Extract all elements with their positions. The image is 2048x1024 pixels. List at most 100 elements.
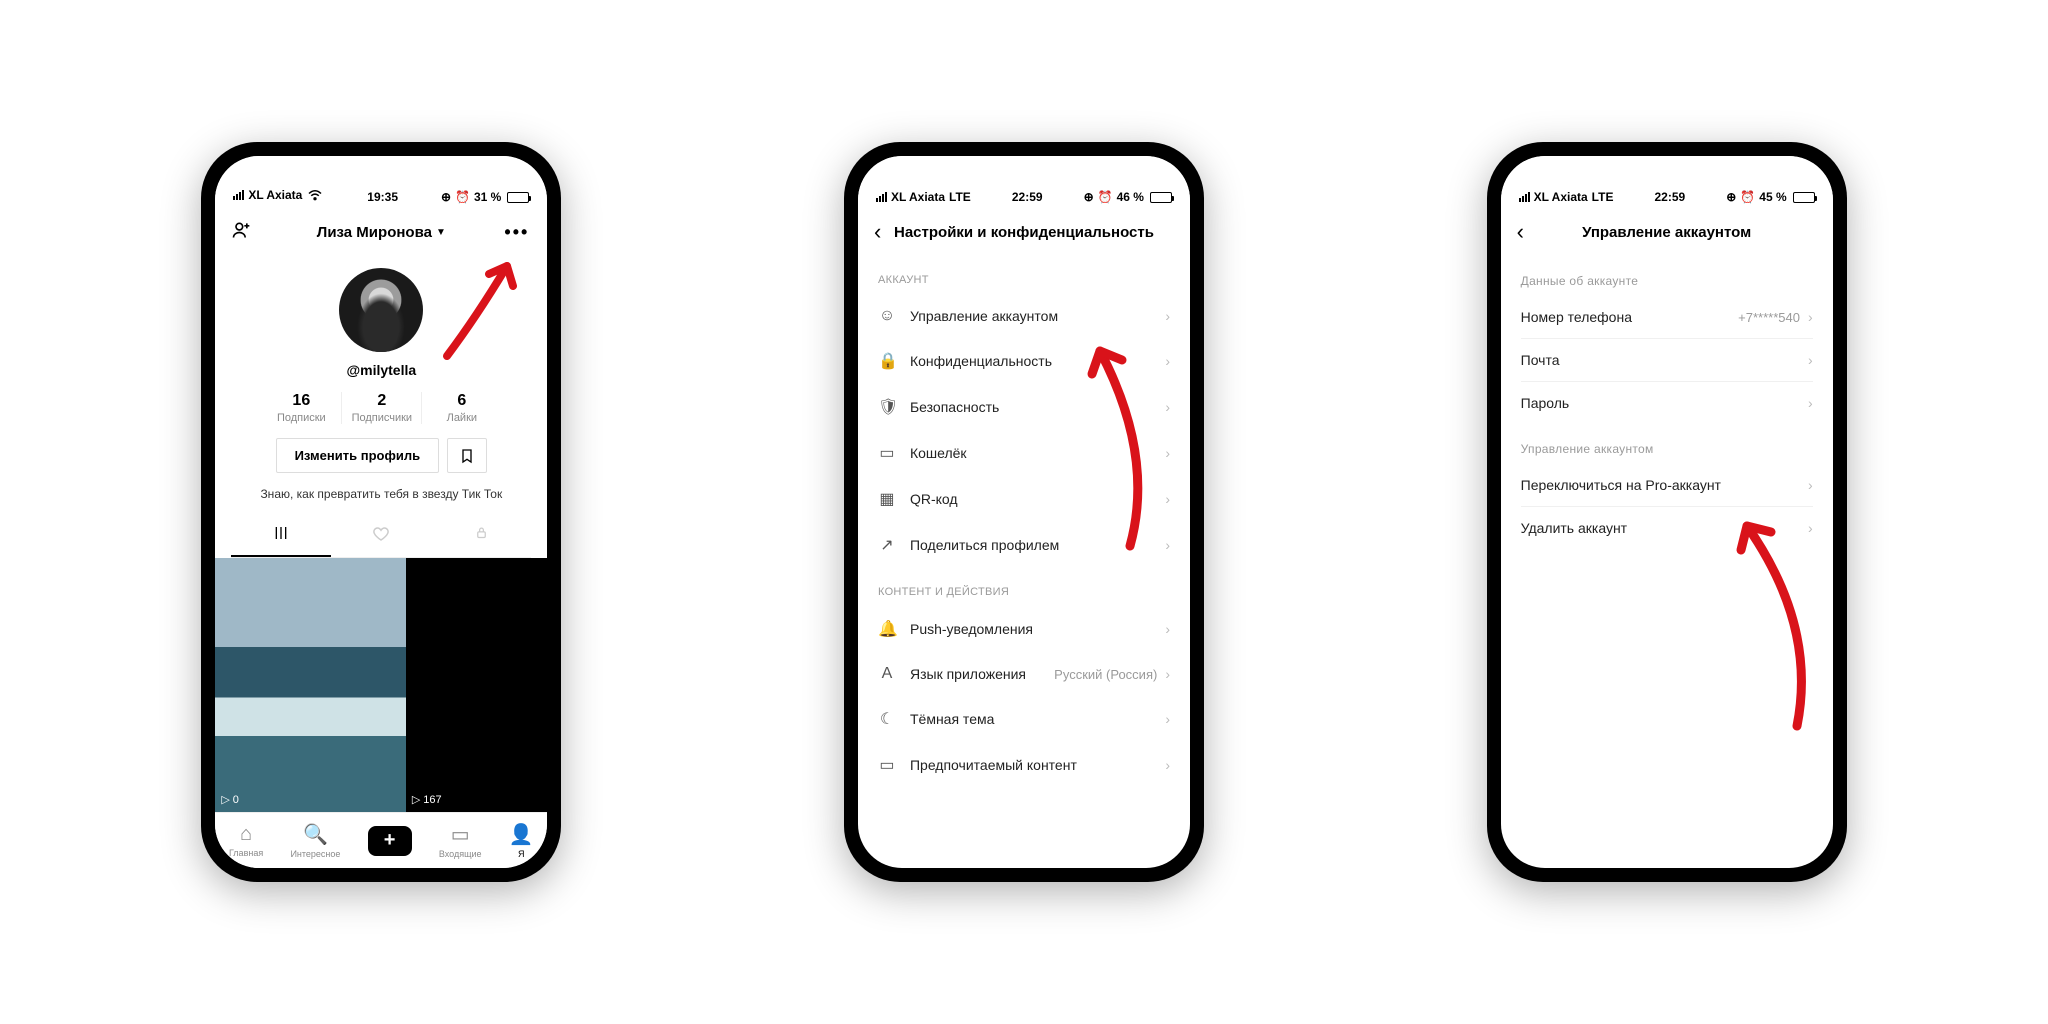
back-button[interactable]: ‹	[874, 219, 881, 245]
video-grid: ▷0 ▷167	[215, 558, 547, 812]
chevron-right-icon: ›	[1808, 477, 1813, 493]
chevron-right-icon: ›	[1808, 309, 1813, 325]
chevron-right-icon: ›	[1165, 621, 1170, 637]
video-thumb[interactable]: ▷167	[406, 558, 548, 812]
tab-private[interactable]	[431, 515, 531, 557]
chevron-right-icon: ›	[1165, 491, 1170, 507]
carrier-label: XL Axiata	[891, 190, 945, 204]
battery-icon	[1150, 192, 1172, 203]
lock-icon: 🔒	[878, 351, 896, 371]
nav-me[interactable]: 👤Я	[509, 822, 534, 859]
play-icon: ▷	[412, 793, 420, 806]
bio-text: Знаю, как превратить тебя в звезду Тик Т…	[260, 487, 502, 501]
row-security[interactable]: 🛡Безопасность›	[858, 384, 1190, 430]
clock: 19:35	[367, 190, 398, 204]
language-icon: A	[878, 665, 896, 683]
section-content-label: КОНТЕНТ И ДЕЙСТВИЯ	[858, 568, 1190, 606]
signal-icon	[876, 192, 887, 202]
wifi-icon	[306, 186, 324, 204]
stat-likes[interactable]: 6Лайки	[421, 392, 501, 424]
row-phone-number[interactable]: Номер телефона+7*****540›	[1501, 296, 1833, 338]
tab-posts[interactable]	[231, 515, 331, 557]
battery-icon	[507, 192, 529, 203]
chevron-right-icon: ›	[1165, 757, 1170, 773]
video-thumb[interactable]: ▷0	[215, 558, 406, 812]
row-wallet[interactable]: ▭Кошелёк›	[858, 430, 1190, 476]
alarm-icon: ⊕	[1726, 190, 1736, 204]
battery-pct: 46 %	[1117, 190, 1144, 204]
stat-followers[interactable]: 2Подписчики	[341, 392, 421, 424]
chevron-right-icon: ›	[1165, 399, 1170, 415]
chevron-down-icon[interactable]: ▼	[436, 227, 446, 238]
alarm-icon: ⊕	[441, 190, 451, 204]
profile-header: Лиза Миронова ▼ •••	[215, 208, 547, 256]
settings-header: ‹ Настройки и конфиденциальность	[858, 208, 1190, 256]
wallet-icon: ▭	[878, 443, 896, 463]
section-account-data-label: Данные об аккаунте	[1501, 256, 1833, 296]
person-icon: 👤	[509, 822, 534, 847]
carrier-label: XL Axiata	[1534, 190, 1588, 204]
status-bar: XL Axiata 19:35 ⊕ ⏰ 31 %	[215, 156, 547, 208]
signal-icon	[233, 190, 244, 200]
alarm2-icon: ⏰	[1740, 190, 1755, 204]
battery-pct: 45 %	[1759, 190, 1786, 204]
clock: 22:59	[1012, 190, 1043, 204]
row-dark-theme[interactable]: ☾Тёмная тема›	[858, 696, 1190, 742]
shield-icon: 🛡	[878, 397, 896, 417]
share-icon: ↗	[878, 535, 896, 555]
search-icon: 🔍	[303, 822, 328, 847]
phone-manage-account: XL Axiata LTE 22:59 ⊕ ⏰ 45 % ‹ Управлени…	[1487, 142, 1847, 882]
row-push[interactable]: 🔔Push-уведомления›	[858, 606, 1190, 652]
row-delete-account[interactable]: Удалить аккаунт›	[1501, 507, 1833, 549]
row-share-profile[interactable]: ↗Поделиться профилем›	[858, 522, 1190, 568]
chevron-right-icon: ›	[1165, 666, 1170, 682]
avatar[interactable]	[339, 268, 423, 352]
page-title: Управление аккаунтом	[1582, 224, 1751, 241]
carrier-label: XL Axiata	[248, 188, 302, 202]
row-password[interactable]: Пароль›	[1501, 382, 1833, 424]
more-menu-button[interactable]: •••	[504, 222, 529, 243]
network-label: LTE	[1592, 190, 1614, 204]
battery-icon	[1793, 192, 1815, 203]
chevron-right-icon: ›	[1165, 353, 1170, 369]
alarm-icon: ⊕	[1084, 190, 1094, 204]
chevron-right-icon: ›	[1808, 395, 1813, 411]
nav-inbox[interactable]: ▭Входящие	[439, 822, 482, 859]
bell-icon: 🔔	[878, 619, 896, 639]
row-content-pref[interactable]: ▭Предпочитаемый контент›	[858, 742, 1190, 788]
video-icon: ▭	[878, 755, 896, 775]
row-language[interactable]: AЯзык приложенияРусский (Россия)›	[858, 652, 1190, 696]
alarm2-icon: ⏰	[1098, 190, 1113, 204]
chevron-right-icon: ›	[1165, 308, 1170, 324]
chevron-right-icon: ›	[1808, 352, 1813, 368]
row-manage-account[interactable]: ☺Управление аккаунтом›	[858, 294, 1190, 338]
alarm2-icon: ⏰	[455, 190, 470, 204]
row-privacy[interactable]: 🔒Конфиденциальность›	[858, 338, 1190, 384]
back-button[interactable]: ‹	[1517, 219, 1524, 245]
page-title: Настройки и конфиденциальность	[894, 224, 1154, 241]
play-icon: ▷	[221, 793, 229, 806]
stat-following[interactable]: 16Подписки	[261, 392, 341, 424]
add-user-icon[interactable]	[231, 220, 251, 245]
manage-header: ‹ Управление аккаунтом	[1501, 208, 1833, 256]
home-icon: ⌂	[240, 823, 252, 846]
chevron-right-icon: ›	[1808, 520, 1813, 536]
row-switch-pro[interactable]: Переключиться на Pro-аккаунт›	[1501, 464, 1833, 506]
row-email[interactable]: Почта›	[1501, 339, 1833, 381]
tab-liked[interactable]	[331, 515, 431, 557]
section-account-label: АККАУНТ	[858, 256, 1190, 294]
username-handle: @milytella	[346, 362, 416, 378]
person-icon: ☺	[878, 307, 896, 325]
status-bar: XL Axiata LTE 22:59 ⊕ ⏰ 45 %	[1501, 156, 1833, 208]
bookmarks-button[interactable]	[447, 438, 487, 473]
plus-icon: +	[368, 826, 412, 856]
row-qr[interactable]: ▦QR-код›	[858, 476, 1190, 522]
nav-create[interactable]: +	[368, 826, 412, 856]
stats-row: 16Подписки 2Подписчики 6Лайки	[231, 392, 531, 424]
phone-profile: XL Axiata 19:35 ⊕ ⏰ 31 % Лиза Миронова ▼	[201, 142, 561, 882]
nav-discover[interactable]: 🔍Интересное	[290, 822, 340, 859]
chevron-right-icon: ›	[1165, 445, 1170, 461]
profile-name[interactable]: Лиза Миронова	[317, 224, 432, 241]
edit-profile-button[interactable]: Изменить профиль	[276, 438, 440, 473]
nav-home[interactable]: ⌂Главная	[229, 823, 263, 858]
